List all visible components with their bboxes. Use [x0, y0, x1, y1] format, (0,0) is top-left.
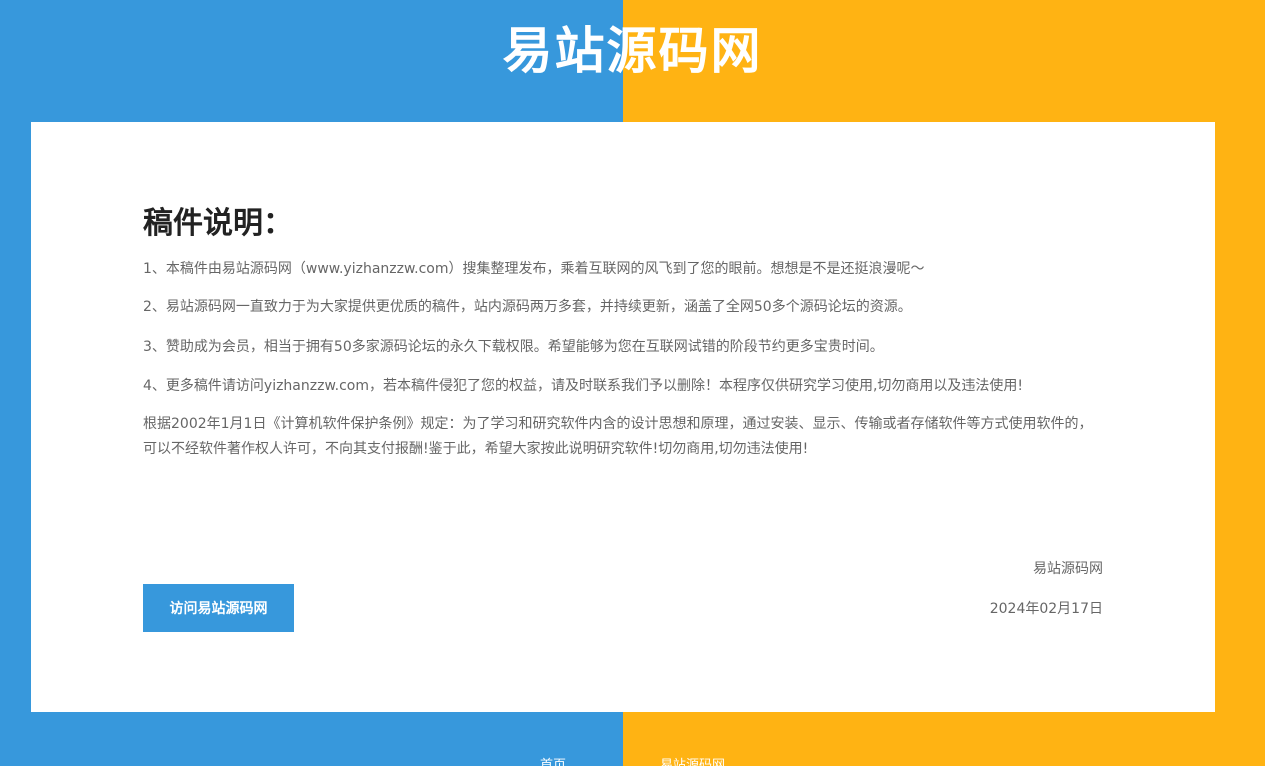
notice-heading: 稿件说明：: [143, 206, 293, 241]
visit-site-button[interactable]: 访问易站源码网: [143, 584, 294, 632]
footer-link-home[interactable]: 首页: [540, 758, 566, 766]
notice-copyright-paragraph: 根据2002年1月1日《计算机软件保护条例》规定：为了学习和研究软件内含的设计思…: [143, 416, 1093, 457]
footer: 首页 易站源码网: [0, 752, 1265, 766]
notice-content: 稿件说明： 1、本稿件由易站源码网（www.yizhanzzw.com）搜集整理…: [143, 202, 1103, 617]
footer-link-site[interactable]: 易站源码网: [660, 758, 725, 766]
notice-card: 稿件说明： 1、本稿件由易站源码网（www.yizhanzzw.com）搜集整理…: [31, 122, 1215, 712]
notice-signature: 易站源码网: [1033, 561, 1103, 577]
notice-paragraph-4: 4、更多稿件请访问yizhanzzw.com，若本稿件侵犯了您的权益，请及时联系…: [143, 378, 1024, 394]
notice-paragraph-1: 1、本稿件由易站源码网（www.yizhanzzw.com）搜集整理发布，乘着互…: [143, 261, 925, 277]
site-title: 易站源码网: [502, 22, 763, 80]
notice-paragraph-3: 3、赞助成为会员，相当于拥有50多家源码论坛的永久下载权限。希望能够为您在互联网…: [143, 339, 884, 355]
notice-paragraph-2: 2、易站源码网一直致力于为大家提供更优质的稿件，站内源码两万多套，并持续更新，涵…: [143, 299, 912, 315]
